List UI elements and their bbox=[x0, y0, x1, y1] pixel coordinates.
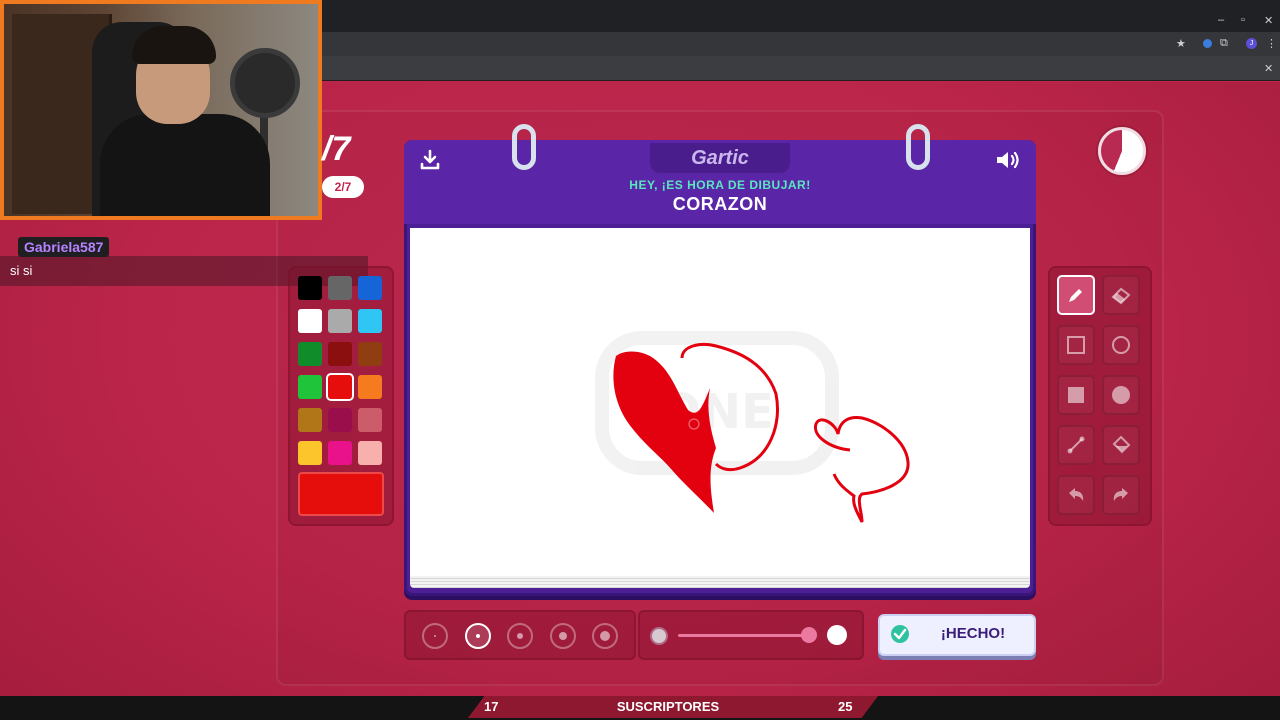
webcam-fan bbox=[230, 48, 300, 118]
line-icon bbox=[1067, 436, 1085, 454]
color-swatch[interactable] bbox=[358, 309, 382, 333]
opacity-slider-fill bbox=[678, 634, 809, 637]
round-pill: 2/7 bbox=[322, 176, 364, 198]
brush-size-dot bbox=[475, 634, 480, 638]
bookmark-star-icon[interactable]: ★ bbox=[1176, 37, 1186, 50]
eraser-tool[interactable] bbox=[1102, 275, 1140, 315]
webcam-overlay bbox=[0, 0, 322, 220]
circle-fill-tool[interactable] bbox=[1102, 375, 1140, 415]
subs-goal: 25 bbox=[838, 699, 853, 714]
color-swatch[interactable] bbox=[298, 276, 322, 300]
color-swatch[interactable] bbox=[358, 342, 382, 366]
opacity-high-icon bbox=[827, 625, 847, 645]
browser-menu-icon[interactable]: ⋮ bbox=[1266, 37, 1277, 50]
notebook-pages bbox=[410, 576, 1030, 588]
restore-icon[interactable]: ▫ bbox=[1241, 14, 1245, 26]
rectangle-fill-icon bbox=[1068, 387, 1084, 403]
color-swatch[interactable] bbox=[328, 441, 352, 465]
done-button-label: ¡HECHO! bbox=[940, 625, 1006, 642]
color-swatch[interactable] bbox=[328, 342, 352, 366]
circle-outline-icon bbox=[1112, 336, 1130, 354]
fill-bucket-icon bbox=[1112, 435, 1131, 454]
color-swatch[interactable] bbox=[358, 441, 382, 465]
canvas-drawing: ONE bbox=[595, 331, 910, 523]
brush-size-dot bbox=[600, 631, 610, 641]
chat-username: Gabriela587 bbox=[18, 237, 110, 257]
webcam-person-body bbox=[100, 114, 270, 216]
color-swatch[interactable] bbox=[328, 375, 352, 399]
timer-icon bbox=[1098, 127, 1146, 175]
opacity-low-icon bbox=[650, 627, 668, 645]
sound-icon[interactable] bbox=[994, 148, 1022, 172]
undo-icon bbox=[1069, 488, 1084, 501]
rectangle-outline-icon bbox=[1067, 336, 1085, 354]
webcam-person-hair bbox=[132, 26, 216, 64]
opacity-slider-handle[interactable] bbox=[800, 627, 817, 643]
extensions-puzzle-icon[interactable]: ⧉ bbox=[1220, 37, 1228, 50]
circle-outline-tool[interactable] bbox=[1102, 325, 1140, 365]
download-icon[interactable] bbox=[418, 148, 442, 172]
minimize-icon[interactable]: – bbox=[1218, 14, 1224, 26]
scribble-fill bbox=[613, 351, 716, 513]
pencil-tool[interactable] bbox=[1057, 275, 1095, 315]
redo-tool[interactable] bbox=[1102, 475, 1140, 515]
chat-message-text: si si bbox=[10, 263, 33, 278]
color-swatch[interactable] bbox=[298, 408, 322, 432]
color-swatch[interactable] bbox=[298, 375, 322, 399]
color-swatch[interactable] bbox=[358, 375, 382, 399]
fill-bucket-tool[interactable] bbox=[1102, 425, 1140, 465]
rectangle-fill-tool[interactable] bbox=[1057, 375, 1095, 415]
close-tab-icon[interactable]: ✕ bbox=[1264, 62, 1273, 75]
brush-size-button[interactable] bbox=[592, 623, 618, 649]
brush-size-button[interactable] bbox=[507, 623, 533, 649]
eraser-icon bbox=[1111, 287, 1131, 305]
close-window-icon[interactable]: ✕ bbox=[1264, 14, 1273, 27]
brush-size-button[interactable] bbox=[549, 623, 576, 649]
round-counter: /7 bbox=[322, 130, 351, 168]
subs-label: SUSCRIPTORES bbox=[616, 699, 720, 714]
secret-word: CORAZON bbox=[672, 194, 768, 214]
color-swatch[interactable] bbox=[358, 408, 382, 432]
checkmark-icon bbox=[891, 625, 909, 643]
drawing-canvas[interactable]: ONE bbox=[410, 228, 1030, 578]
subs-current: 17 bbox=[484, 699, 499, 714]
redo-icon bbox=[1113, 488, 1128, 501]
color-swatch[interactable] bbox=[298, 309, 322, 333]
undo-tool[interactable] bbox=[1057, 475, 1095, 515]
line-tool[interactable] bbox=[1057, 425, 1095, 465]
color-swatch[interactable] bbox=[328, 276, 352, 300]
draw-hint: HEY, ¡ES HORA DE DIBUJAR! bbox=[629, 178, 811, 192]
circle-fill-icon bbox=[1112, 386, 1130, 404]
color-swatch[interactable] bbox=[328, 408, 352, 432]
binder-ring-left bbox=[512, 124, 536, 170]
brush-size-button[interactable] bbox=[422, 623, 448, 649]
rectangle-outline-tool[interactable] bbox=[1057, 325, 1095, 365]
current-color-preview bbox=[298, 472, 384, 516]
pencil-icon bbox=[1069, 289, 1082, 302]
color-swatch[interactable] bbox=[298, 441, 322, 465]
brush-size-dot bbox=[558, 632, 567, 640]
color-swatch[interactable] bbox=[298, 342, 322, 366]
brush-size-dot bbox=[434, 635, 436, 637]
profile-avatar[interactable]: J bbox=[1246, 38, 1257, 49]
binder-ring-right bbox=[906, 124, 930, 170]
color-swatch[interactable] bbox=[328, 309, 352, 333]
color-swatch[interactable] bbox=[358, 276, 382, 300]
brush-size-dot bbox=[517, 633, 523, 639]
gartic-logo: Gartic bbox=[650, 143, 790, 173]
brush-size-button[interactable] bbox=[464, 623, 491, 649]
extension-icon[interactable] bbox=[1203, 39, 1212, 48]
